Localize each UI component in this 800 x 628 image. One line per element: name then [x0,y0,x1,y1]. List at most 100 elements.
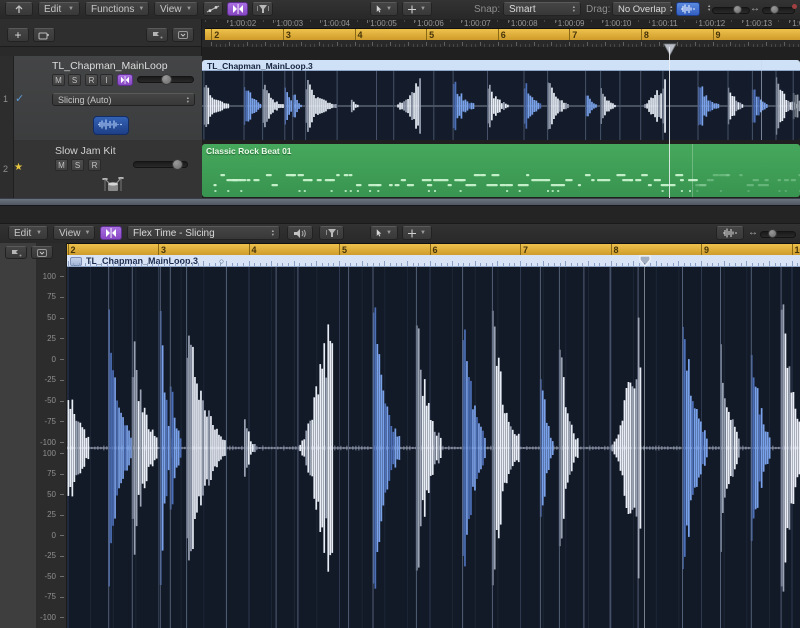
mute-button[interactable]: M [52,74,65,86]
midi-region[interactable]: Classic Rock Beat 01 [202,144,800,197]
strip-tick [701,261,702,266]
strip-tick [492,263,493,266]
editor-waveform-zoom-button[interactable] [716,226,744,240]
editor-region-header[interactable]: ▶ TL_Chapman_MainLoop.3 ○ [67,255,800,267]
time-ruler[interactable]: 11:00:021:00:031:00:041:00:051:00:061:00… [190,19,800,28]
editor-options-button[interactable] [31,246,53,259]
flex-button[interactable] [227,2,248,16]
arrange-waveform[interactable] [202,71,800,140]
bar-ruler-arrange[interactable]: 23456789 [205,28,800,40]
amplitude-scale-tick [60,576,64,577]
volume-knob[interactable] [161,74,172,85]
track-header-1[interactable]: 1 ✓ TL_Chapman_MainLoop M S R I Slicing … [0,56,202,141]
subdivision-tick [319,42,320,46]
strip-tick [718,263,719,266]
solo-button[interactable]: S [71,159,84,171]
mute-button[interactable]: M [55,159,68,171]
volume-knob[interactable] [172,159,183,170]
audio-region[interactable]: TL_Chapman_MainLoop.3 [202,60,800,140]
editor-command-click-tool-button[interactable]: ▼ [402,226,432,240]
track-icon-waveform[interactable] [93,116,129,135]
editor-catch-button[interactable] [5,246,27,259]
track-icon-drumkit[interactable] [101,176,125,193]
track-star-icon[interactable]: ★ [14,162,23,173]
left-click-tool-button[interactable]: ▼ [370,2,398,16]
track-name[interactable]: Slow Jam Kit [55,145,116,157]
view-menu[interactable]: View▼ [154,2,198,16]
strip-tick [243,263,244,266]
flex-mode-dropdown[interactable]: Slicing (Auto) ▴▾ [52,93,195,106]
record-enable-button[interactable]: R [88,159,101,171]
strip-tick [288,263,289,266]
pane-divider[interactable] [0,198,800,206]
vertical-zoom-knob[interactable] [733,5,742,14]
command-click-tool-button[interactable]: ▼ [402,2,432,16]
prelisten-button[interactable] [287,226,313,240]
drag-dropdown[interactable]: No Overlap ▴▾ [612,2,672,16]
track-flex-button[interactable] [117,74,133,86]
stepper-icon: ▴▾ [187,96,189,104]
catch-playhead-button[interactable] [5,2,33,16]
vertical-zoom-slider[interactable] [712,7,750,14]
editor-zoom-knob[interactable] [768,229,777,238]
track-sort-button[interactable] [146,28,168,42]
vertical-zoom-arrows-icon[interactable]: ▴▾ [708,4,710,12]
record-enable-button[interactable]: R [85,74,98,86]
editor-flex-button[interactable] [100,226,122,240]
region-header[interactable]: TL_Chapman_MainLoop.3 [202,60,800,71]
time-ruler-minor-tick [275,20,276,22]
add-track-type-button[interactable] [33,28,55,42]
bar-ruler-label: 8 [614,245,619,255]
strip-tick [729,263,730,266]
caret-down-icon: ▼ [420,230,426,236]
track-name[interactable]: TL_Chapman_MainLoop [52,60,168,72]
time-ruler-minor-tick [486,20,487,22]
bar-ruler-editor[interactable]: 2345678910 [67,243,800,255]
amplitude-scale-label: -50 [34,572,56,581]
time-ruler-minor-tick [345,20,346,22]
stepper-icon: ▴▾ [573,5,575,13]
flex-time-dropdown[interactable]: Flex Time - Slicing ▴▾ [127,226,280,240]
functions-menu[interactable]: Functions▼ [85,2,149,16]
strip-tick [271,261,272,266]
filter-button[interactable] [252,2,273,16]
editor-view-menu[interactable]: View▼ [53,226,95,240]
solo-button[interactable]: S [68,74,81,86]
editor-edit-menu[interactable]: Edit▼ [8,226,48,240]
horizontal-zoom-knob[interactable] [770,5,779,14]
strip-tick [622,263,623,266]
playhead-marker-editor[interactable] [638,255,653,268]
automation-button[interactable] [203,2,223,16]
time-ruler-minor-tick [509,20,510,22]
waveform-zoom-button[interactable] [676,2,700,16]
strip-tick [752,263,753,266]
edit-menu[interactable]: Edit▼ [38,2,80,16]
input-monitor-button[interactable]: I [100,74,113,86]
add-track-button[interactable]: + [7,28,29,42]
editor-filter-button[interactable] [319,226,344,240]
editor-zoom-slider[interactable] [760,231,796,238]
track-check-icon[interactable]: ✓ [15,92,24,105]
time-ruler-minor-tick [462,20,463,22]
editor-waveform[interactable] [67,267,800,628]
drag-value: No Overlap [618,4,666,15]
amplitude-scale-tick [60,617,64,618]
strip-tick [514,263,515,266]
subdivision-ruler[interactable] [202,40,800,47]
strip-tick [554,263,555,266]
snap-value: Smart [509,4,536,15]
amplitude-scale-label: 0 [34,531,56,540]
strip-tick [322,263,323,266]
time-ruler-minor-tick [521,20,522,22]
time-ruler-label: 1:00:13 [745,19,772,28]
strip-tick [254,263,255,266]
playhead-marker-arrange[interactable] [663,43,678,57]
snap-dropdown[interactable]: Smart ▴▾ [503,2,581,16]
editor-left-click-tool-button[interactable]: ▼ [370,226,398,240]
region-play-button[interactable]: ▶ [70,257,82,266]
track-header-2[interactable]: 2 ★ Slow Jam Kit M S R [0,140,202,199]
strip-tick [333,263,334,266]
strip-tick [792,261,793,266]
track-header-options-button[interactable] [172,28,194,42]
caret-down-icon: ▼ [386,230,392,236]
